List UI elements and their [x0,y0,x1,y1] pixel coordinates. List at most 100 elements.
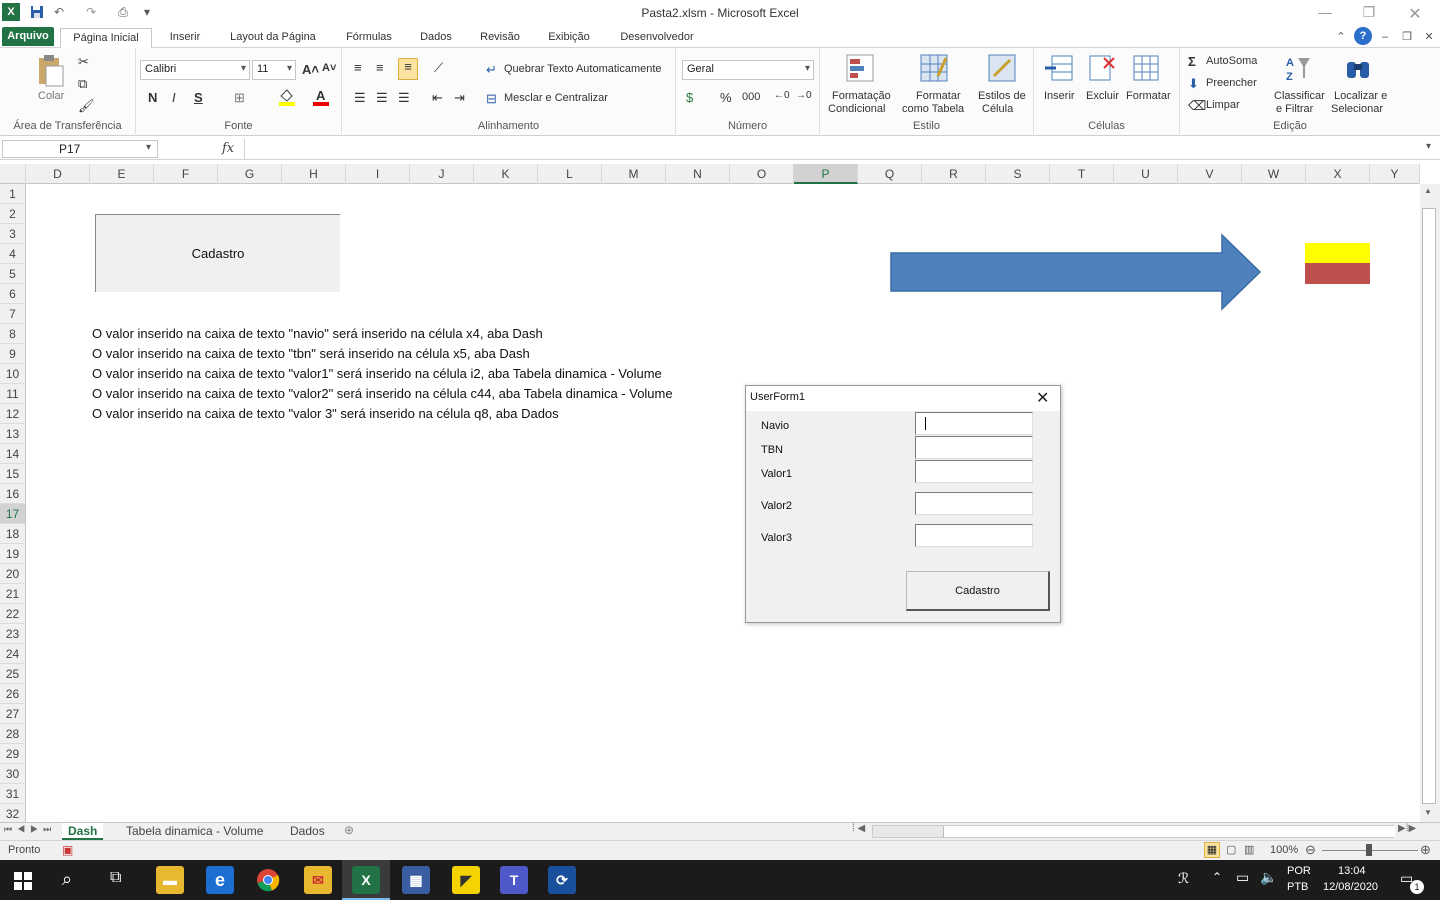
orientation-icon[interactable]: ⟋ [434,60,443,76]
navio-input[interactable] [915,412,1033,435]
tab-formulas[interactable]: Fórmulas [340,28,398,48]
clear-icon[interactable]: ⌫ [1188,98,1206,114]
tab-split-icon[interactable]: ⁞ ◀ [852,823,865,834]
row-header[interactable]: 20 [0,564,26,584]
zoom-in-icon[interactable]: ⊕ [1420,842,1431,858]
row-header[interactable]: 12 [0,404,26,424]
search-icon[interactable]: ⌕ [62,869,72,890]
tab-arquivo[interactable]: Arquivo [2,27,54,46]
format-as-table-icon[interactable] [920,54,948,85]
format-cells-icon[interactable] [1132,54,1160,85]
formula-input[interactable] [244,139,1422,159]
new-sheet-icon[interactable]: ⊕ [344,823,354,837]
windows-start-icon[interactable] [14,872,32,893]
function-icon[interactable]: fx [222,141,234,156]
align-top-icon[interactable]: ≡ [354,60,362,75]
valor2-input[interactable] [915,492,1033,515]
increase-decimal-icon[interactable]: ←0 [774,90,790,101]
col-header[interactable]: K [474,164,538,184]
right-arrow-shape[interactable] [888,232,1264,312]
borders-icon[interactable]: ⊞ [234,90,245,106]
tab-exibicao[interactable]: Exibição [542,28,596,48]
row-header-selected[interactable]: 17 [0,504,26,524]
col-header[interactable]: V [1178,164,1242,184]
row-header[interactable]: 14 [0,444,26,464]
find-select-label-1[interactable]: Localizar e [1334,90,1387,102]
col-header[interactable]: E [90,164,154,184]
row-header[interactable]: 25 [0,664,26,684]
delete-cells-icon[interactable] [1088,54,1116,85]
col-header[interactable]: W [1242,164,1306,184]
number-format-combo[interactable]: Geral [682,60,814,80]
row-header[interactable]: 19 [0,544,26,564]
file-explorer-icon[interactable]: ▬ [156,866,184,894]
col-header[interactable]: N [666,164,730,184]
insert-cells-icon[interactable] [1044,54,1074,85]
horizontal-scrollbar[interactable] [872,825,1395,838]
scroll-down-icon[interactable]: ▼ [1424,808,1432,817]
page-layout-view-icon[interactable]: ▢ [1226,843,1236,856]
row-header[interactable]: 24 [0,644,26,664]
sheet-nav-icon[interactable]: ⏮◀▶⏭ [4,824,56,835]
tab-layout[interactable]: Layout da Página [222,28,324,48]
valor3-input[interactable] [915,524,1033,547]
teams-icon[interactable]: T [500,866,528,894]
calculator-icon[interactable]: ▦ [402,866,430,894]
percent-button[interactable]: % [720,90,732,105]
valor1-input[interactable] [915,460,1033,483]
col-header[interactable]: U [1114,164,1178,184]
select-all-corner[interactable] [0,164,26,184]
wb-minimize-icon[interactable]: – [1378,28,1392,48]
format-painter-icon[interactable]: 🖌 [78,98,95,114]
wb-close-icon[interactable]: ✕ [1422,28,1436,48]
wb-restore-icon[interactable]: ❐ [1400,28,1414,48]
cadastro-sheet-button[interactable]: Cadastro [95,214,340,292]
normal-view-icon[interactable]: ▦ [1204,842,1220,858]
scroll-up-icon[interactable]: ▲ [1424,186,1432,195]
tab-desenvolvedor[interactable]: Desenvolvedor [612,28,702,48]
shrink-font-icon[interactable]: A˅ [322,62,336,74]
clear-button[interactable]: Limpar [1206,99,1240,111]
sheet-tab-tabela[interactable]: Tabela dinamica - Volume [120,823,269,840]
paste-icon[interactable] [36,54,66,88]
align-bottom-icon[interactable]: ≡ [398,58,418,80]
merge-center-button[interactable]: Mesclar e Centralizar [504,92,608,104]
cell-styles-icon[interactable] [988,54,1016,85]
paste-label[interactable]: Colar [38,90,64,102]
name-box-dropdown-icon[interactable]: ▾ [146,142,151,153]
horizontal-scroll-thumb[interactable] [943,826,1395,837]
zoom-slider-thumb[interactable] [1366,844,1372,856]
row-header[interactable]: 18 [0,524,26,544]
bold-button[interactable]: N [148,90,157,105]
excel-taskbar-icon[interactable]: X [352,866,380,894]
name-box[interactable]: P17 [2,140,158,158]
format-table-label-1[interactable]: Formatar [916,90,961,102]
format-cells-label[interactable]: Formatar [1126,90,1171,102]
row-header[interactable]: 28 [0,724,26,744]
task-view-icon[interactable]: ⧉ [110,869,121,887]
userform-close-icon[interactable]: ✕ [1036,388,1049,408]
row-header[interactable]: 8 [0,324,26,344]
page-break-view-icon[interactable]: ▥ [1244,843,1254,856]
col-header[interactable]: H [282,164,346,184]
sticky-notes-icon[interactable]: ◤ [452,866,480,894]
italic-button[interactable]: I [172,90,176,105]
remote-app-icon[interactable]: ⟳ [548,866,576,894]
align-left-icon[interactable]: ☰ [354,90,366,106]
col-header[interactable]: Y [1370,164,1420,184]
align-right-icon[interactable]: ☰ [398,90,410,106]
row-header[interactable]: 26 [0,684,26,704]
sort-filter-label-1[interactable]: Classificar [1274,90,1325,102]
col-header[interactable]: I [346,164,410,184]
conditional-format-icon[interactable] [846,54,874,85]
font-size-combo[interactable]: 11 [252,60,296,80]
cell-styles-label-1[interactable]: Estilos de [978,90,1026,102]
outlook-mail-icon[interactable]: ✉ [304,866,332,894]
row-header[interactable]: 15 [0,464,26,484]
sort-filter-label-2[interactable]: e Filtrar [1276,103,1313,115]
clock-date[interactable]: 12/08/2020 [1323,881,1378,893]
macro-record-icon[interactable]: ▣ [62,843,73,857]
find-select-label-2[interactable]: Selecionar [1331,103,1383,115]
fill-button[interactable]: Preencher [1206,77,1257,89]
font-color-icon[interactable]: A [312,88,330,109]
